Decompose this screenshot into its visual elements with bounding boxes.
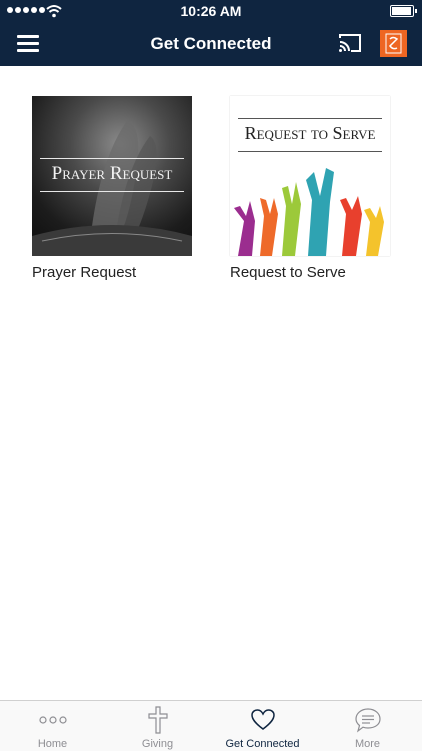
battery-icon — [390, 5, 417, 17]
tab-label-giving: Giving — [141, 738, 174, 750]
tab-get-connected[interactable]: Get Connected — [210, 701, 315, 751]
chat-bubble-icon — [354, 708, 381, 733]
navigation-bar: Get Connected — [0, 22, 422, 66]
cast-icon[interactable] — [338, 33, 362, 53]
prayer-request-image[interactable]: Prayer Request — [32, 96, 192, 256]
status-time: 10:26 AM — [180, 3, 242, 19]
prayer-image-text: Prayer Request — [51, 163, 173, 184]
tab-home[interactable]: Home — [0, 701, 105, 751]
tab-giving[interactable]: Giving — [105, 701, 210, 751]
church-logo[interactable] — [380, 30, 407, 57]
tab-label-home: Home — [37, 738, 68, 750]
cross-icon — [147, 706, 168, 734]
tab-more[interactable]: More — [315, 701, 420, 751]
heart-icon — [250, 709, 275, 730]
tab-label-get-connected: Get Connected — [225, 738, 300, 750]
tab-bar: Home Giving Get Connected More — [0, 700, 422, 751]
status-bar: 10:26 AM — [0, 0, 422, 22]
dots-icon — [38, 716, 67, 724]
request-to-serve-tile[interactable]: Request to Serve Request to Serve — [230, 96, 390, 281]
request-to-serve-image[interactable]: Request to Serve — [230, 96, 390, 256]
prayer-request-tile[interactable]: Prayer Request Prayer Request — [32, 96, 192, 281]
tab-label-more: More — [354, 738, 381, 750]
prayer-request-label: Prayer Request — [32, 264, 137, 281]
request-to-serve-label: Request to Serve — [230, 264, 346, 281]
